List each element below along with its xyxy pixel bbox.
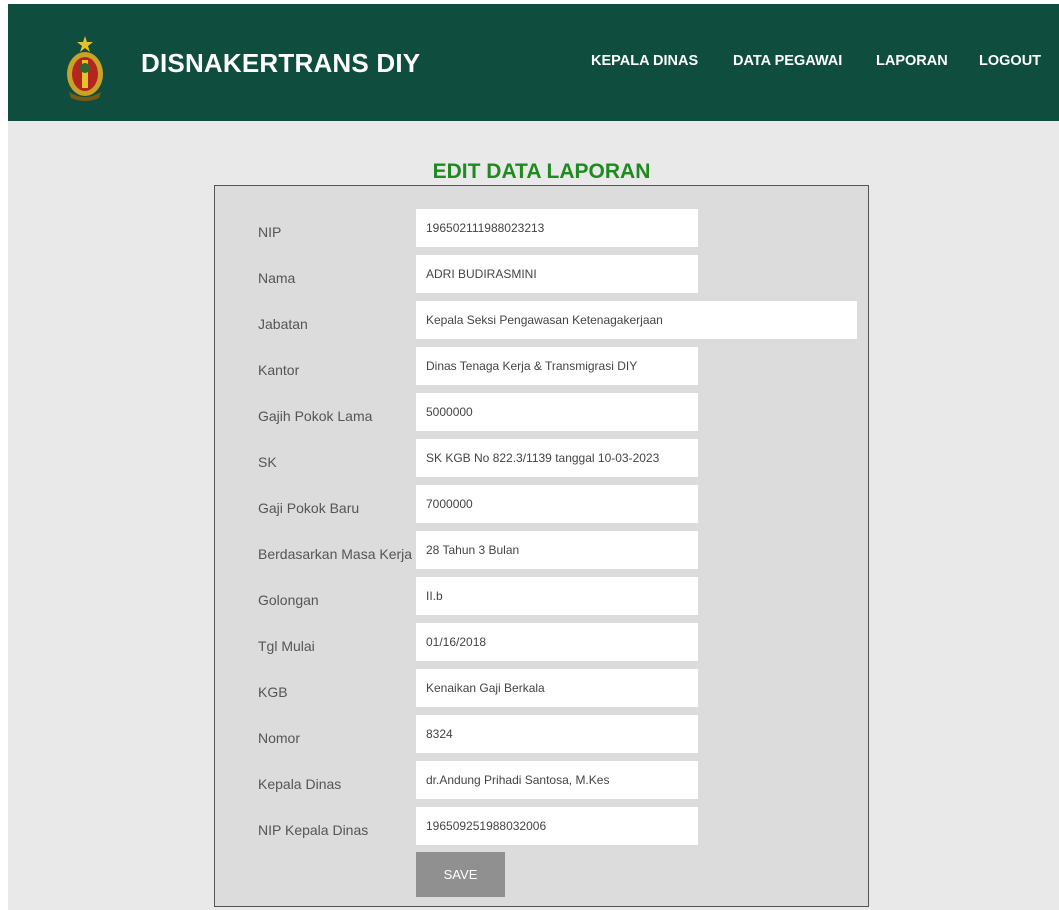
page-title: EDIT DATA LAPORAN xyxy=(432,160,651,183)
nip-kepala-dinas-field[interactable]: 196509251988032006 xyxy=(416,807,698,845)
nama-field[interactable]: ADRI BUDIRASMINI xyxy=(416,255,698,293)
kepala-dinas-field[interactable]: dr.Andung Prihadi Santosa, M.Kes xyxy=(416,761,698,799)
save-button[interactable]: SAVE xyxy=(416,852,505,897)
jabatan-label: Jabatan xyxy=(258,316,308,332)
nav-logout[interactable]: LOGOUT xyxy=(979,53,1041,69)
gaji-pokok-lama-label: Gajih Pokok Lama xyxy=(258,408,373,424)
nip-label: NIP xyxy=(258,224,282,240)
sk-label: SK xyxy=(258,454,277,470)
sk-field[interactable]: SK KGB No 822.3/1139 tanggal 10-03-2023 xyxy=(416,439,698,477)
dinas-emblem-icon xyxy=(67,36,103,101)
gaji-pokok-baru-label: Gaji Pokok Baru xyxy=(258,500,360,516)
golongan-label: Golongan xyxy=(258,592,319,608)
jabatan-field[interactable]: Kepala Seksi Pengawasan Ketenagakerjaan xyxy=(416,301,857,339)
kepala-dinas-label: Kepala Dinas xyxy=(258,776,342,792)
kantor-field[interactable]: Dinas Tenaga Kerja & Transmigrasi DIY xyxy=(416,347,698,385)
golongan-field[interactable]: II.b xyxy=(416,577,698,615)
nip-field[interactable]: 196502111988023213 xyxy=(416,209,698,247)
kantor-label: Kantor xyxy=(258,362,300,378)
brand-title: DISNAKERTRANS DIY xyxy=(141,48,421,78)
navbar: DISNAKERTRANS DIY KEPALA DINAS DATA PEGA… xyxy=(8,4,1059,121)
gaji-pokok-lama-field[interactable]: 5000000 xyxy=(416,393,698,431)
nama-label: Nama xyxy=(258,270,296,286)
nav-laporan[interactable]: LAPORAN xyxy=(876,53,948,69)
kgb-label: KGB xyxy=(258,684,288,700)
nip-kepala-dinas-label: NIP Kepala Dinas xyxy=(258,822,369,838)
nav-data-pegawai[interactable]: DATA PEGAWAI xyxy=(733,53,842,69)
masa-kerja-field[interactable]: 28 Tahun 3 Bulan xyxy=(416,531,698,569)
tgl-mulai-field[interactable]: 01/16/2018 xyxy=(416,623,698,661)
nomor-label: Nomor xyxy=(258,730,301,746)
kgb-field[interactable]: Kenaikan Gaji Berkala xyxy=(416,669,698,707)
nav-kepala-dinas[interactable]: KEPALA DINAS xyxy=(591,53,698,69)
masa-kerja-label: Berdasarkan Masa Kerja xyxy=(258,546,413,562)
tgl-mulai-label: Tgl Mulai xyxy=(258,638,315,654)
gaji-pokok-baru-field[interactable]: 7000000 xyxy=(416,485,698,523)
nomor-field[interactable]: 8324 xyxy=(416,715,698,753)
